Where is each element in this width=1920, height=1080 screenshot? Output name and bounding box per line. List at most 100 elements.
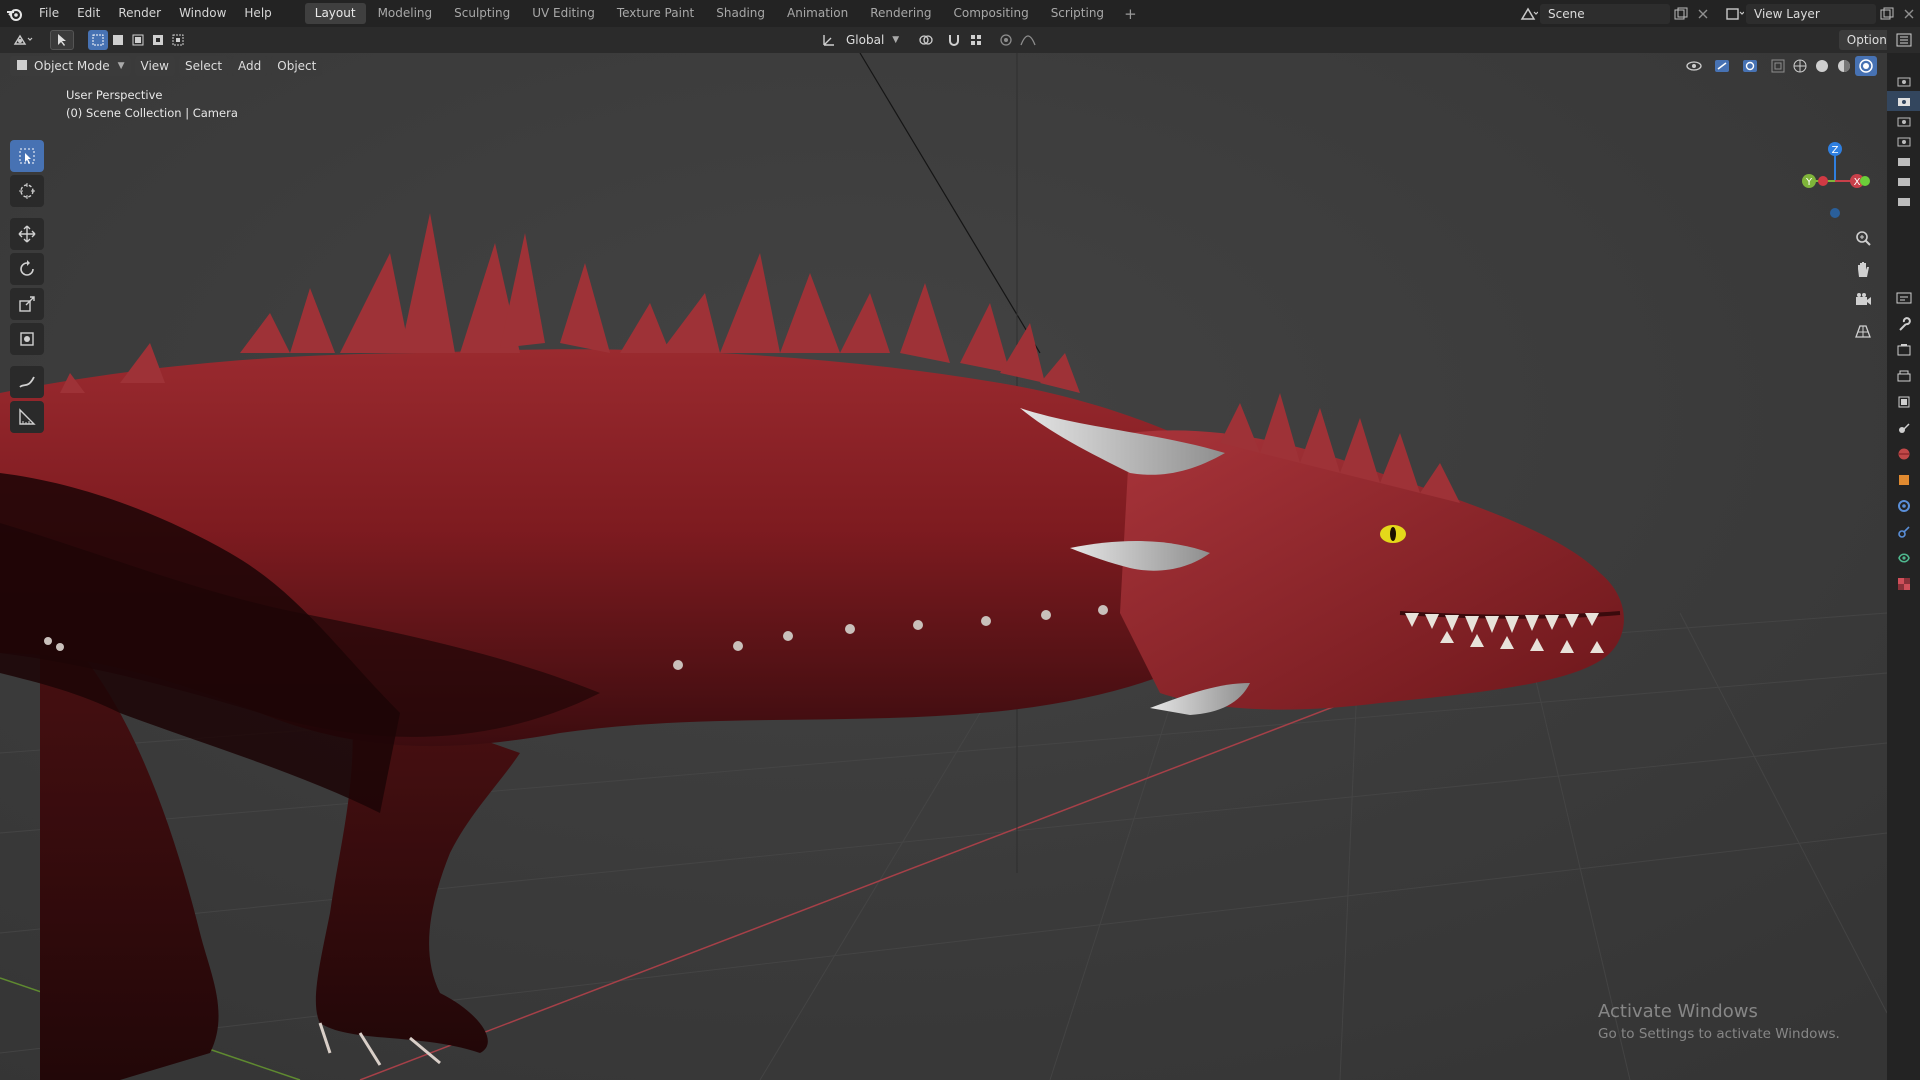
editor-type-icon[interactable]	[10, 30, 38, 50]
view-layer-properties-icon[interactable]	[1887, 389, 1920, 415]
camera-icon[interactable]	[1887, 131, 1920, 151]
remove-scene-icon[interactable]	[1692, 4, 1714, 24]
top-menu-bar: File Edit Render Window Help Layout Mode…	[0, 0, 1920, 27]
measure-tool-icon[interactable]	[10, 401, 44, 433]
menu-file[interactable]: File	[30, 0, 68, 27]
select-invert-icon[interactable]	[148, 30, 168, 50]
scene-type-icon[interactable]	[1518, 4, 1540, 24]
view-menu-label: View	[140, 59, 169, 73]
tab-scripting[interactable]: Scripting	[1041, 3, 1114, 24]
cursor-tool-icon[interactable]	[10, 175, 44, 207]
scene-properties-icon[interactable]	[1887, 415, 1920, 441]
tab-layout[interactable]: Layout	[304, 3, 366, 24]
select-extend-icon[interactable]	[108, 30, 128, 50]
scene-selector-group: Scene View Layer	[1518, 0, 1920, 27]
blender-logo-icon[interactable]	[0, 0, 30, 27]
rendered-shading-icon[interactable]	[1855, 56, 1877, 76]
outliner-toggle[interactable]	[1887, 27, 1920, 53]
scale-tool-icon[interactable]	[10, 288, 44, 320]
tab-texture-paint[interactable]: Texture Paint	[607, 3, 704, 24]
modifier-properties-icon[interactable]	[1887, 493, 1920, 519]
add-workspace-button[interactable]: +	[1116, 5, 1145, 23]
gizmo-x-label: X	[1854, 177, 1861, 188]
tool-wrench-icon[interactable]	[1887, 311, 1920, 337]
tab-uv-editing[interactable]: UV Editing	[522, 3, 605, 24]
select-subtract-icon[interactable]	[128, 30, 148, 50]
camera-icon[interactable]	[1887, 151, 1920, 171]
navigation-gizmo[interactable]: Z Y X	[1793, 139, 1873, 229]
xray-toggle-icon[interactable]	[1767, 56, 1789, 76]
view-menu[interactable]: View	[134, 56, 175, 76]
tool-header-bar: Global ▼ Options ▼	[0, 27, 1920, 53]
viewport-info: User Perspective (0) Scene Collection | …	[66, 86, 238, 122]
select-menu[interactable]: Select	[179, 56, 229, 76]
object-mode-dropdown[interactable]: Object Mode ▼	[10, 56, 131, 76]
transform-tool-icon[interactable]	[10, 323, 44, 355]
perspective-grid-icon[interactable]	[1848, 316, 1878, 346]
tab-rendering[interactable]: Rendering	[860, 3, 941, 24]
move-tool-icon[interactable]	[10, 218, 44, 250]
navigation-buttons	[1848, 223, 1878, 347]
tab-modeling[interactable]: Modeling	[368, 3, 443, 24]
camera-icon[interactable]	[1887, 71, 1920, 91]
selection-mode-group	[88, 30, 188, 50]
render-properties-icon[interactable]	[1887, 337, 1920, 363]
output-properties-icon[interactable]	[1887, 363, 1920, 389]
menu-help[interactable]: Help	[235, 0, 280, 27]
property-tabs	[1887, 285, 1920, 597]
wireframe-shading-icon[interactable]	[1789, 56, 1811, 76]
remove-view-layer-icon[interactable]	[1898, 4, 1920, 24]
add-menu-label: Add	[238, 59, 262, 73]
3d-viewport[interactable]: Object Mode ▼ View Select Add Object Use…	[0, 53, 1887, 1080]
menu-window[interactable]: Window	[170, 0, 235, 27]
visibility-eye-icon[interactable]	[1683, 56, 1705, 76]
falloff-curve-icon[interactable]	[1017, 30, 1039, 50]
camera-icon[interactable]	[1887, 191, 1920, 211]
object-menu[interactable]: Object	[271, 56, 323, 76]
solid-shading-icon[interactable]	[1811, 56, 1833, 76]
overlays-toggle-icon[interactable]	[1739, 56, 1761, 76]
world-properties-icon[interactable]	[1887, 441, 1920, 467]
tool-settings-icon[interactable]	[1887, 285, 1920, 311]
snap-magnet-icon[interactable]	[943, 30, 965, 50]
outliner-camera-list	[1887, 71, 1920, 211]
new-view-layer-icon[interactable]	[1876, 4, 1898, 24]
scene-name-field[interactable]: Scene	[1540, 3, 1670, 24]
new-scene-icon[interactable]	[1670, 4, 1692, 24]
object-mode-label: Object Mode	[34, 59, 110, 73]
select-box-tool-icon[interactable]	[10, 140, 44, 172]
annotate-tool-icon[interactable]	[10, 366, 44, 398]
snap-grid-icon[interactable]	[965, 30, 987, 50]
material-preview-icon[interactable]	[1833, 56, 1855, 76]
proportional-editing-icon[interactable]	[995, 30, 1017, 50]
camera-view-icon[interactable]	[1848, 285, 1878, 315]
pivot-point-icon[interactable]	[915, 30, 937, 50]
select-intersect-icon[interactable]	[168, 30, 188, 50]
menu-edit[interactable]: Edit	[68, 0, 109, 27]
camera-icon-active[interactable]	[1887, 91, 1920, 111]
view-layer-field[interactable]: View Layer	[1746, 3, 1876, 24]
tab-animation[interactable]: Animation	[777, 3, 858, 24]
camera-icon[interactable]	[1887, 171, 1920, 191]
view-layer-icon[interactable]	[1724, 4, 1746, 24]
gizmo-y-label: Y	[1805, 177, 1813, 188]
texture-properties-icon[interactable]	[1887, 571, 1920, 597]
object-data-properties-icon[interactable]	[1887, 545, 1920, 571]
tab-shading[interactable]: Shading	[706, 3, 775, 24]
menu-render[interactable]: Render	[109, 0, 170, 27]
rotate-tool-icon[interactable]	[10, 253, 44, 285]
zoom-icon[interactable]	[1848, 223, 1878, 253]
transform-orientation-dropdown[interactable]: Global ▼	[840, 30, 905, 50]
select-new-icon[interactable]	[88, 30, 108, 50]
watermark-title: Activate Windows	[1598, 1001, 1758, 1022]
tab-sculpting[interactable]: Sculpting	[444, 3, 520, 24]
tweak-tool-icon[interactable]	[50, 30, 74, 50]
camera-icon[interactable]	[1887, 111, 1920, 131]
viewport-scene	[0, 53, 1887, 1080]
pan-hand-icon[interactable]	[1848, 254, 1878, 284]
physics-properties-icon[interactable]	[1887, 519, 1920, 545]
gizmo-toggle-icon[interactable]	[1711, 56, 1733, 76]
object-properties-icon[interactable]	[1887, 467, 1920, 493]
tab-compositing[interactable]: Compositing	[943, 3, 1038, 24]
add-menu[interactable]: Add	[232, 56, 268, 76]
